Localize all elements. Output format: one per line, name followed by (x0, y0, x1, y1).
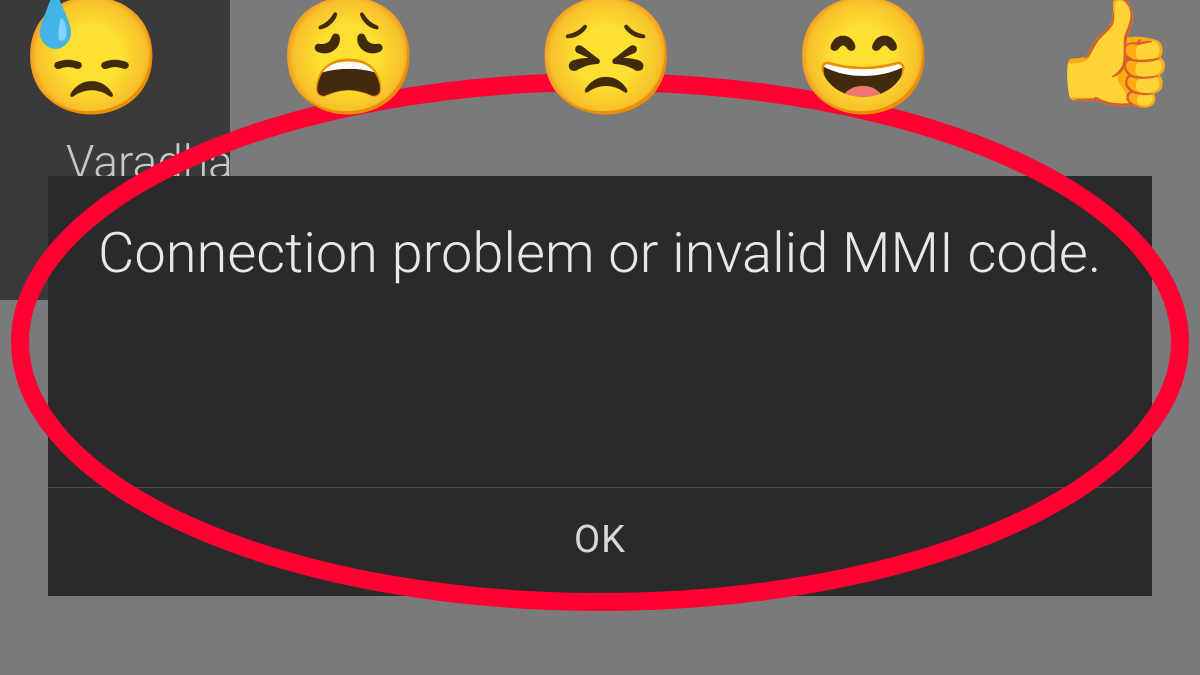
thumbs-up-emoji-icon: 👍 (1049, 0, 1180, 115)
error-dialog: Connection problem or invalid MMI code. … (48, 176, 1152, 596)
dialog-message-text: Connection problem or invalid MMI code. (48, 176, 1152, 487)
persevering-emoji-icon: 😣 (535, 0, 678, 115)
weary-emoji-icon: 😩 (277, 0, 420, 115)
emoji-overlay-row: 😓 😩 😣 😄 👍 (0, 0, 1200, 115)
ok-button[interactable]: OK (48, 488, 1152, 596)
grinning-emoji-icon: 😄 (792, 0, 935, 115)
sad-sweat-emoji-icon: 😓 (20, 0, 163, 115)
